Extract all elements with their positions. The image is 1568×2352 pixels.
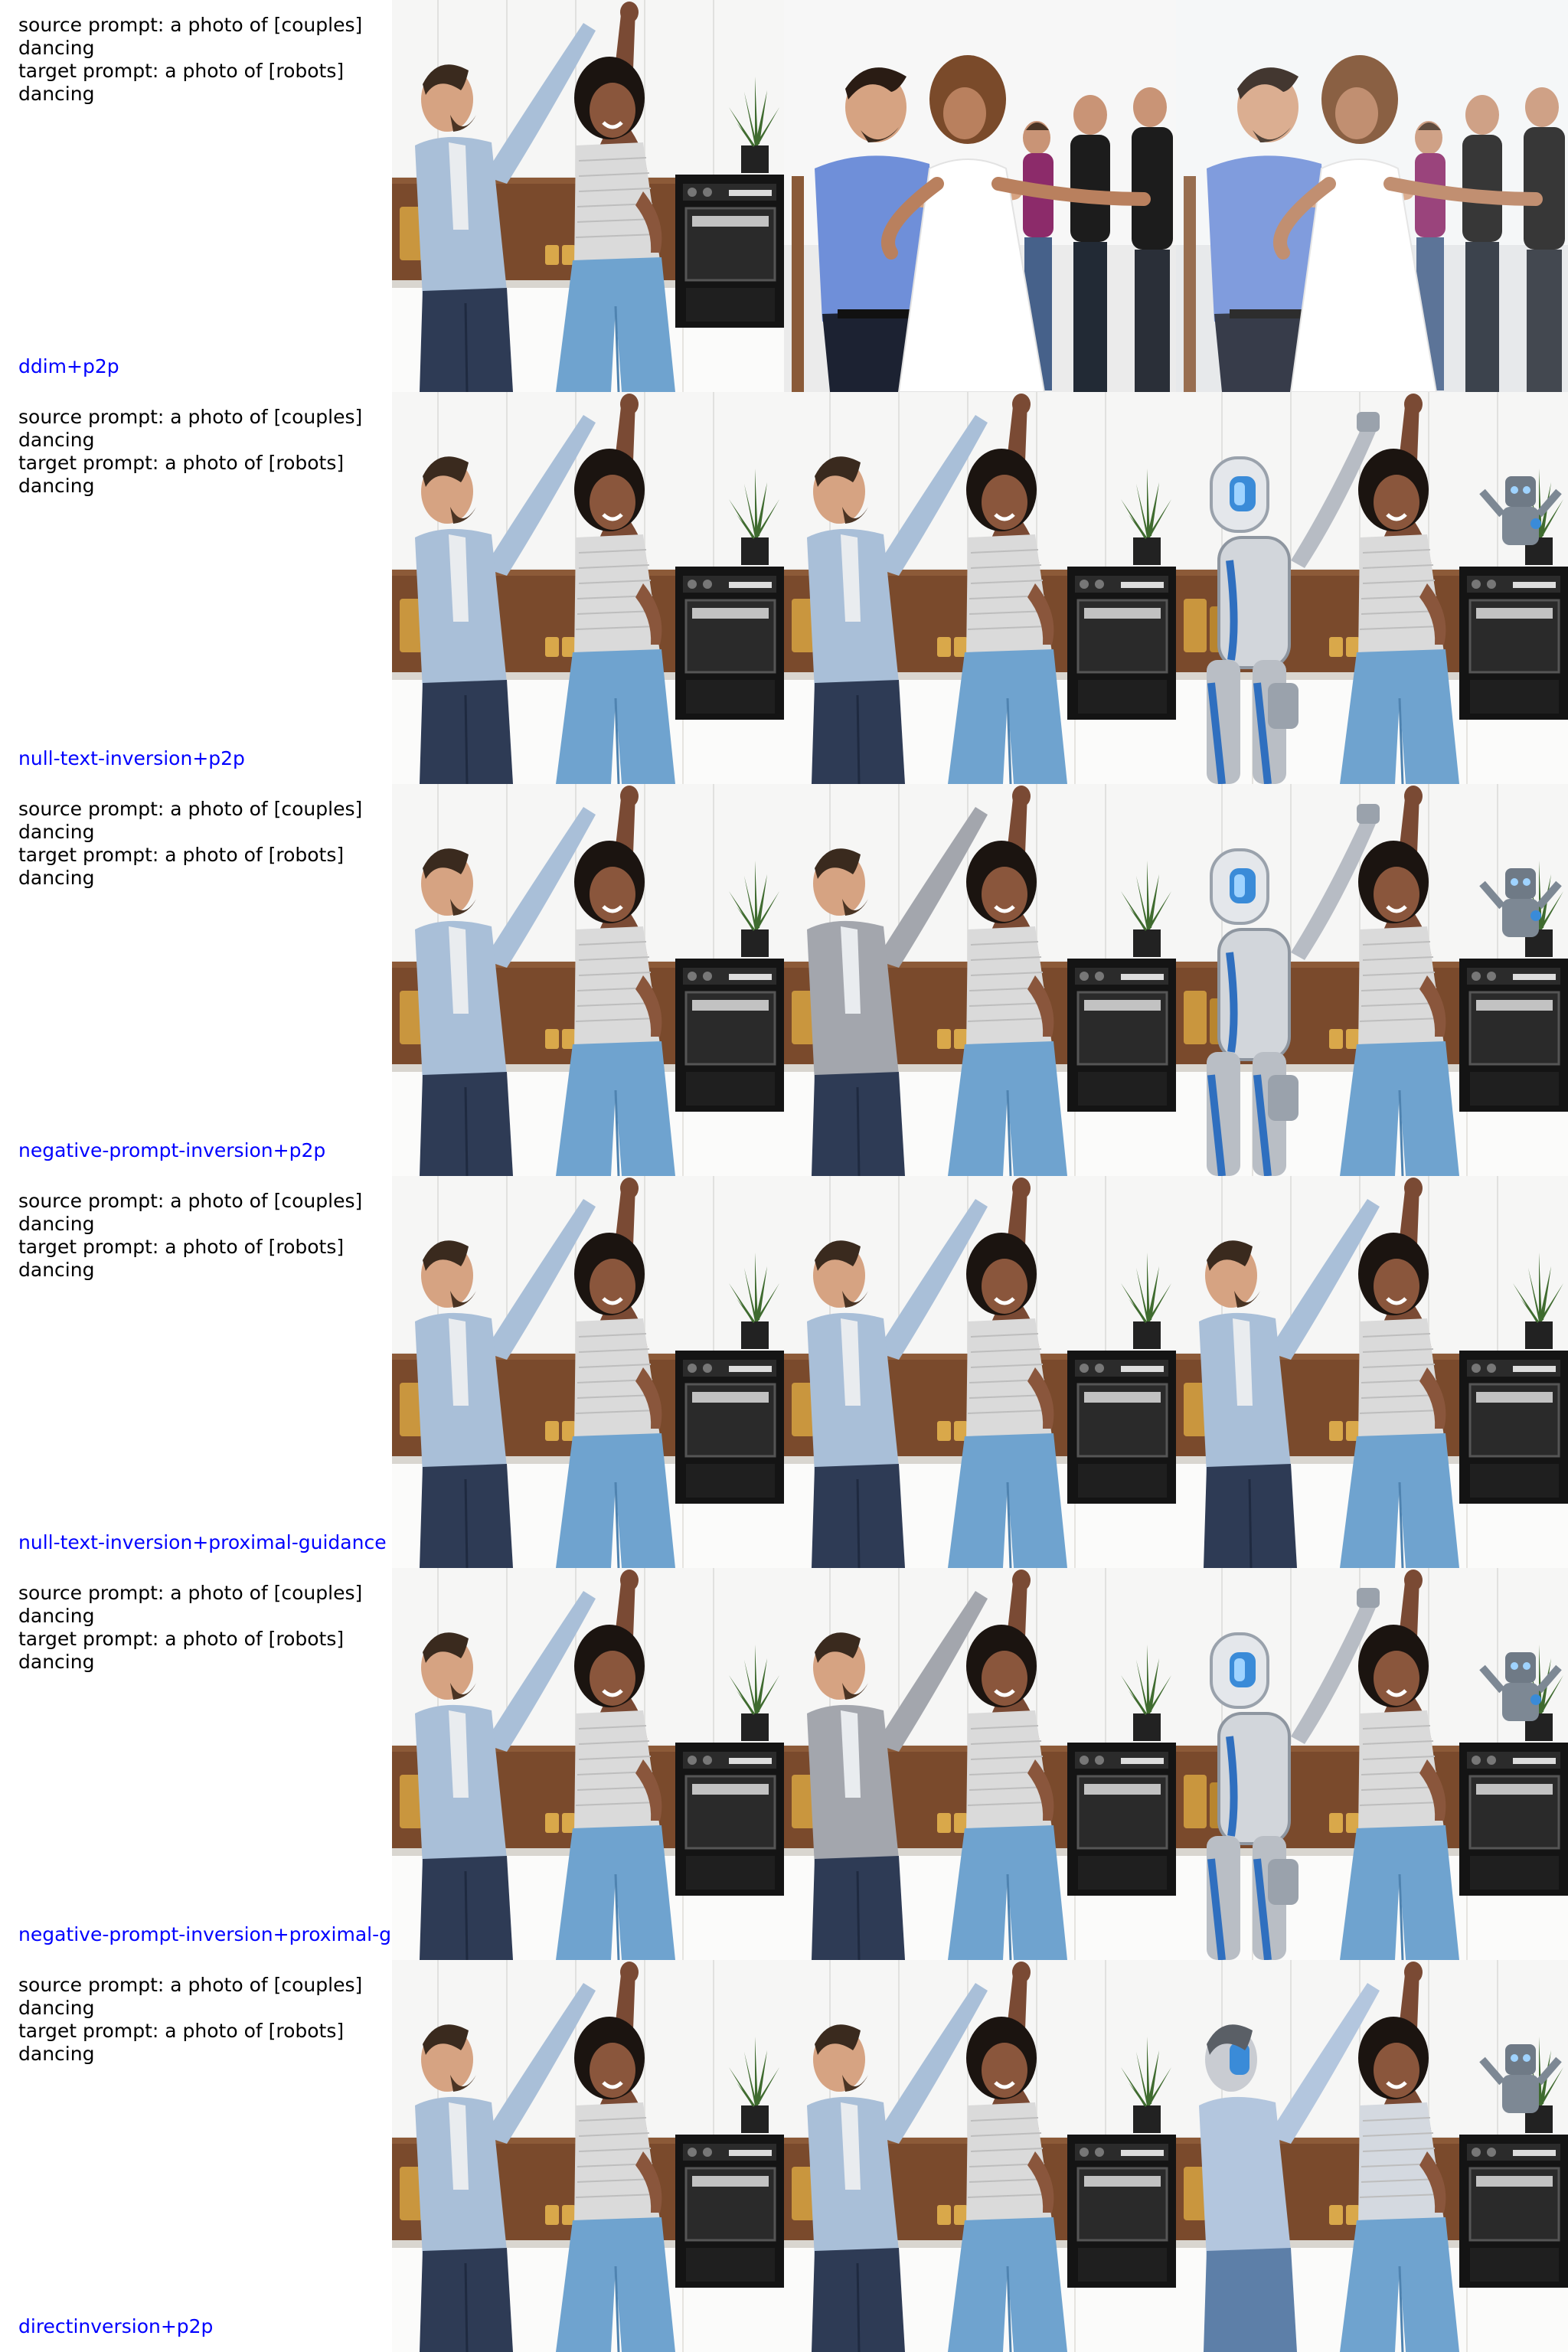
method-label: negative-prompt-inversion+p2p	[18, 1139, 326, 1161]
row-label-panel: source prompt: a photo of [couples] danc…	[0, 0, 392, 392]
source-image	[392, 1960, 784, 2352]
method-label: negative-prompt-inversion+proximal-g	[18, 1923, 391, 1945]
source-image	[392, 1568, 784, 1960]
reconstruction-image	[784, 392, 1176, 784]
edited-image	[1176, 1568, 1568, 1960]
method-label: null-text-inversion+p2p	[18, 747, 245, 769]
comparison-row: source prompt: a photo of [couples] danc…	[0, 0, 1568, 392]
prompt-text: source prompt: a photo of [couples] danc…	[18, 798, 363, 889]
row-label-panel: source prompt: a photo of [couples] danc…	[0, 1960, 392, 2352]
prompt-text: source prompt: a photo of [couples] danc…	[18, 406, 363, 497]
reconstruction-image	[784, 0, 1176, 392]
method-label: ddim+p2p	[18, 355, 119, 377]
method-label: null-text-inversion+proximal-guidance	[18, 1531, 387, 1553]
prompt-text: source prompt: a photo of [couples] danc…	[18, 1190, 363, 1281]
row-label-panel: source prompt: a photo of [couples] danc…	[0, 784, 392, 1176]
row-label-panel: source prompt: a photo of [couples] danc…	[0, 1568, 392, 1960]
edited-image	[1176, 392, 1568, 784]
reconstruction-image	[784, 1176, 1176, 1568]
source-image	[392, 1176, 784, 1568]
source-image	[392, 784, 784, 1176]
edited-image	[1176, 0, 1568, 392]
source-image	[392, 0, 784, 392]
edited-image	[1176, 1176, 1568, 1568]
comparison-row: source prompt: a photo of [couples] danc…	[0, 1176, 1568, 1568]
comparison-row: source prompt: a photo of [couples] danc…	[0, 1960, 1568, 2352]
comparison-row: source prompt: a photo of [couples] danc…	[0, 1568, 1568, 1960]
reconstruction-image	[784, 784, 1176, 1176]
row-label-panel: source prompt: a photo of [couples] danc…	[0, 392, 392, 784]
edited-image	[1176, 784, 1568, 1176]
row-label-panel: source prompt: a photo of [couples] danc…	[0, 1176, 392, 1568]
prompt-text: source prompt: a photo of [couples] danc…	[18, 1582, 363, 1673]
reconstruction-image	[784, 1568, 1176, 1960]
edited-image	[1176, 1960, 1568, 2352]
source-image	[392, 392, 784, 784]
prompt-text: source prompt: a photo of [couples] danc…	[18, 14, 363, 105]
prompt-text: source prompt: a photo of [couples] danc…	[18, 1974, 363, 2065]
method-label: directinversion+p2p	[18, 2315, 214, 2337]
reconstruction-image	[784, 1960, 1176, 2352]
comparison-row: source prompt: a photo of [couples] danc…	[0, 784, 1568, 1176]
comparison-row: source prompt: a photo of [couples] danc…	[0, 392, 1568, 784]
